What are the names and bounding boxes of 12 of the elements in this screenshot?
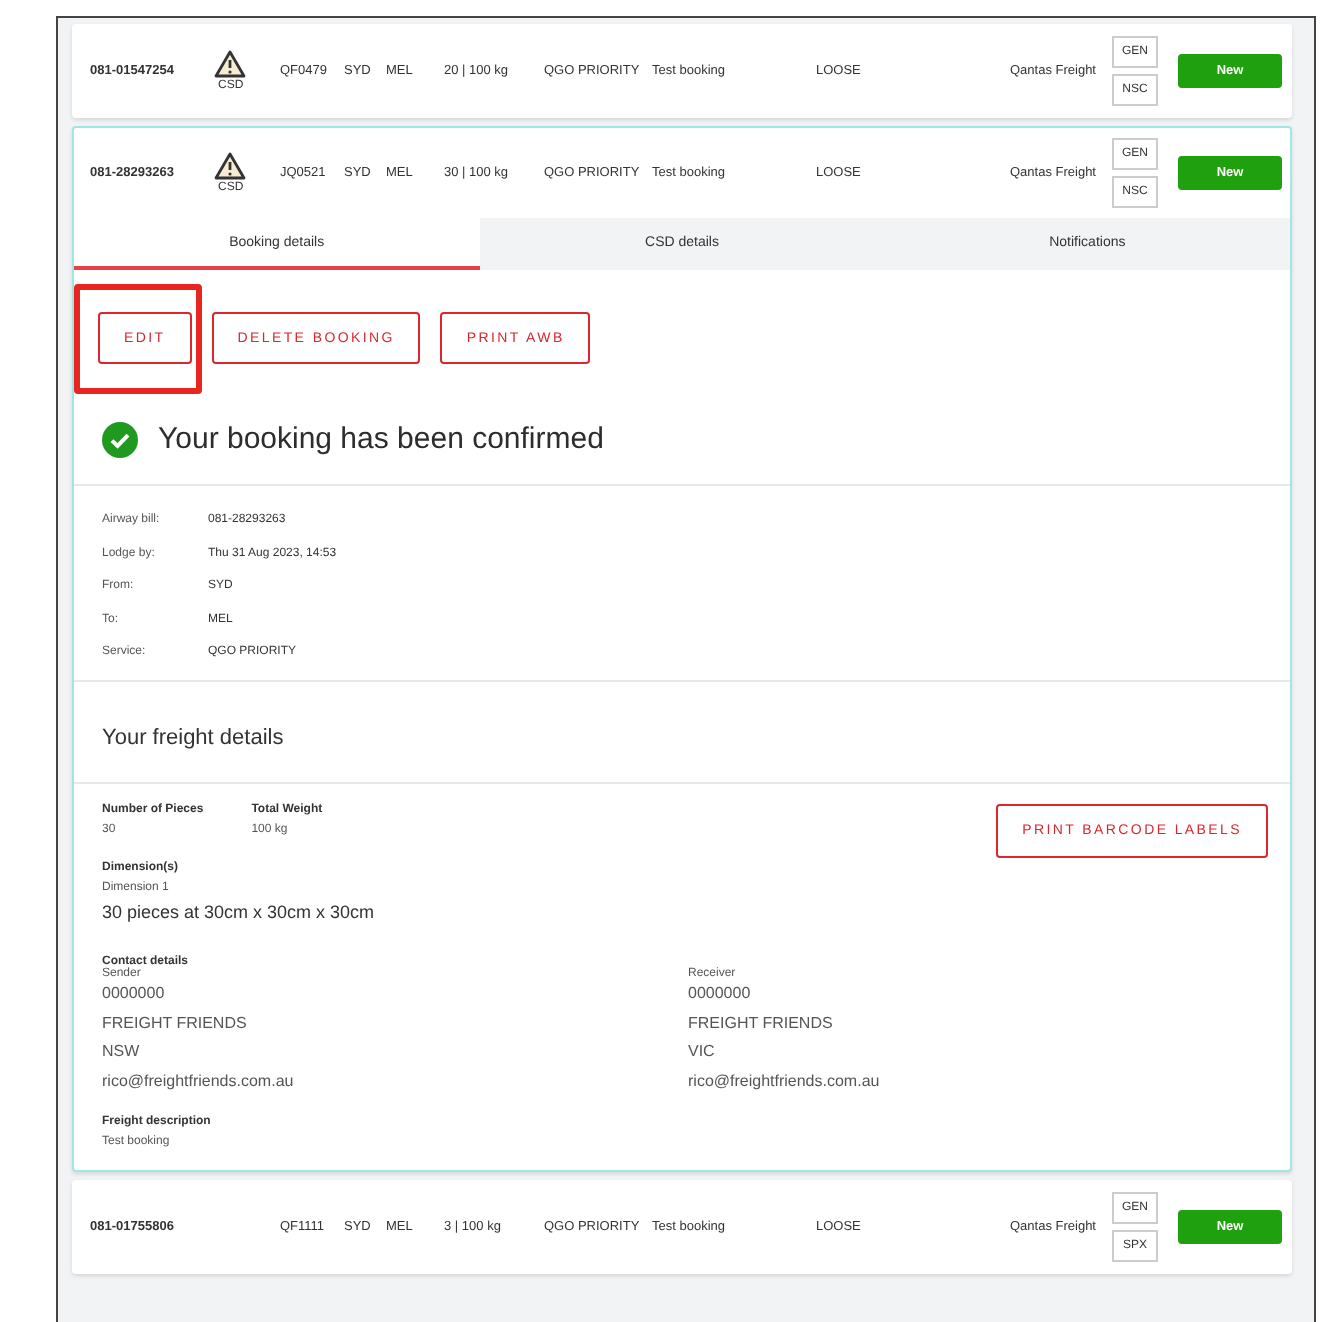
contact-line: rico@freightfriends.com.au: [102, 1069, 296, 1094]
contact-line: VIC: [688, 1040, 717, 1064]
contact-line: 0000000: [688, 982, 753, 1006]
contact-line: FREIGHT FRIENDS: [102, 1011, 249, 1035]
confirmation-message: Your booking has been confirmed: [158, 422, 604, 456]
contact-line: FREIGHT FRIENDS: [688, 1011, 835, 1035]
contact-line: NSW: [102, 1040, 142, 1064]
section-heading: Your freight details: [74, 682, 1290, 784]
contact-line: rico@freightfriends.com.au: [688, 1069, 882, 1094]
check-circle-icon: [102, 421, 138, 457]
dimension-value: 30 pieces at 30cm x 30cm x 30cm: [102, 902, 377, 922]
contact-line: 0000000: [102, 982, 167, 1006]
